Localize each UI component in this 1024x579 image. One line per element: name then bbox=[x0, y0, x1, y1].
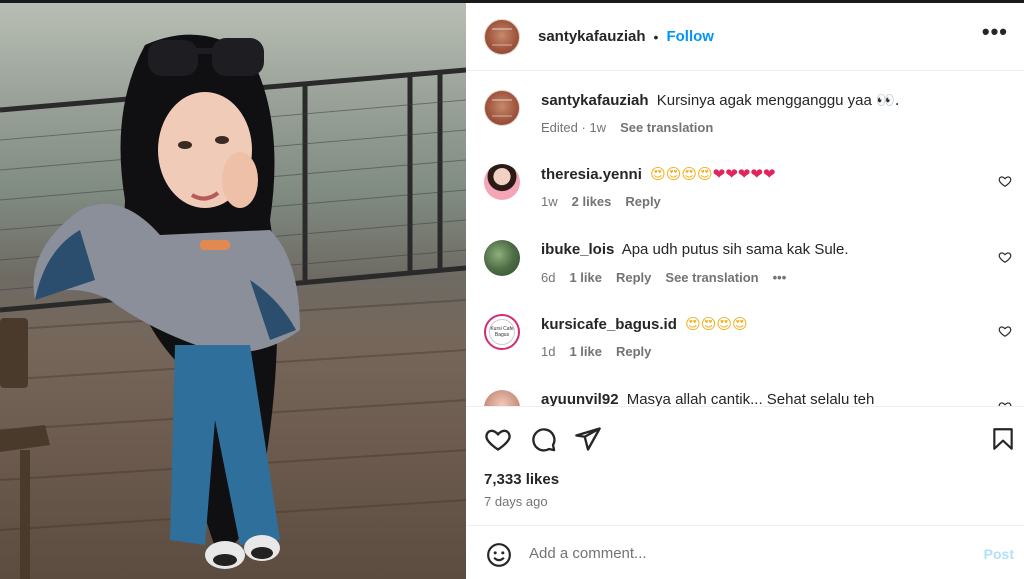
reply-button[interactable]: Reply bbox=[616, 344, 651, 359]
comment-username[interactable]: theresia.yenni bbox=[541, 166, 642, 183]
eyes-emoji: 👀. bbox=[876, 91, 900, 109]
commenter-avatar[interactable] bbox=[484, 240, 520, 276]
share-icon[interactable] bbox=[574, 425, 602, 453]
comment-time: 1w bbox=[541, 194, 558, 209]
caption-avatar[interactable] bbox=[484, 90, 520, 126]
comment-heart-icon[interactable] bbox=[998, 174, 1012, 188]
comment-username[interactable]: ayuunvil92 bbox=[541, 391, 619, 406]
heart-icon[interactable] bbox=[484, 425, 512, 453]
author-username[interactable]: santykafauziah bbox=[538, 28, 646, 45]
comment-body: kursicafe_bagus.id 😍😍😍😍 bbox=[541, 314, 991, 335]
add-comment-bar: Post bbox=[466, 525, 1024, 579]
caption-see-translation[interactable]: See translation bbox=[620, 120, 713, 135]
commenter-avatar[interactable]: Kursi Cafe Bagus bbox=[484, 314, 520, 350]
comment-meta: 1d 1 like Reply bbox=[541, 344, 651, 359]
comment-body: ibuke_lois Apa udh putus sih sama kak Su… bbox=[541, 240, 991, 260]
comment-time: 1d bbox=[541, 344, 556, 359]
reply-button[interactable]: Reply bbox=[625, 194, 660, 209]
comment-more-icon[interactable]: ••• bbox=[773, 270, 787, 285]
more-options-icon[interactable]: ••• bbox=[982, 21, 1008, 43]
edited-time: Edited · 1w bbox=[541, 120, 607, 135]
post-details-panel: santykafauziah • Follow ••• santykafauzi… bbox=[466, 0, 1024, 579]
comment-meta: 6d 1 like Reply See translation ••• bbox=[541, 270, 786, 285]
kursicafe-logo: Kursi Cafe Bagus bbox=[489, 319, 515, 345]
caption-username[interactable]: santykafauziah bbox=[541, 92, 649, 109]
post-comment-button[interactable]: Post bbox=[984, 546, 1014, 562]
smiley-icon[interactable] bbox=[486, 542, 512, 568]
red-heart-emoji: ❤❤❤❤❤ bbox=[712, 165, 776, 183]
post-timestamp: 7 days ago bbox=[484, 494, 548, 509]
reply-button[interactable]: Reply bbox=[616, 270, 651, 285]
comment-likes[interactable]: 2 likes bbox=[572, 194, 612, 209]
comment-text: Masya allah cantik... Sehat selalu teh bbox=[626, 391, 875, 406]
author-avatar[interactable] bbox=[484, 18, 520, 55]
comment-heart-icon[interactable] bbox=[998, 324, 1012, 338]
commenter-avatar[interactable] bbox=[484, 164, 520, 200]
comment-username[interactable]: ibuke_lois bbox=[541, 241, 614, 258]
caption-text: Kursinya agak mengganggu yaa bbox=[656, 92, 872, 109]
comment-text: Apa udh putus sih sama kak Sule. bbox=[621, 241, 849, 258]
heart-eyes-emoji: 😍😍😍😍 bbox=[650, 165, 713, 183]
header-separator: • bbox=[653, 28, 659, 45]
commenter-avatar[interactable] bbox=[484, 390, 520, 406]
comment-icon[interactable] bbox=[529, 425, 557, 453]
comment-time: 6d bbox=[541, 270, 556, 285]
caption-meta: Edited · 1w See translation bbox=[541, 120, 713, 135]
photo-illustration bbox=[0, 34, 466, 579]
comment-body: theresia.yenni 😍😍😍😍❤❤❤❤❤ bbox=[541, 164, 991, 185]
comments-list[interactable]: santykafauziah Kursinya agak mengganggu … bbox=[466, 72, 1024, 406]
add-comment-input[interactable] bbox=[529, 542, 949, 564]
comment-likes[interactable]: 1 like bbox=[569, 344, 602, 359]
comment-see-translation[interactable]: See translation bbox=[665, 270, 758, 285]
comment-heart-icon[interactable] bbox=[998, 250, 1012, 264]
post-header: santykafauziah • Follow ••• bbox=[466, 3, 1024, 71]
post-actions: 7,333 likes 7 days ago bbox=[466, 406, 1024, 526]
likes-count[interactable]: 7,333 likes bbox=[484, 471, 559, 488]
comment-body: ayuunvil92 Masya allah cantik... Sehat s… bbox=[541, 390, 991, 406]
comment-username[interactable]: kursicafe_bagus.id bbox=[541, 316, 677, 333]
caption-body: santykafauziah Kursinya agak mengganggu … bbox=[541, 90, 991, 111]
post-photo[interactable] bbox=[0, 0, 466, 579]
comment-likes[interactable]: 1 like bbox=[569, 270, 602, 285]
follow-button[interactable]: Follow bbox=[666, 28, 714, 45]
heart-eyes-emoji: 😍😍😍😍 bbox=[685, 315, 748, 333]
bookmark-icon[interactable] bbox=[990, 425, 1016, 453]
comment-meta: 1w 2 likes Reply bbox=[541, 194, 661, 209]
